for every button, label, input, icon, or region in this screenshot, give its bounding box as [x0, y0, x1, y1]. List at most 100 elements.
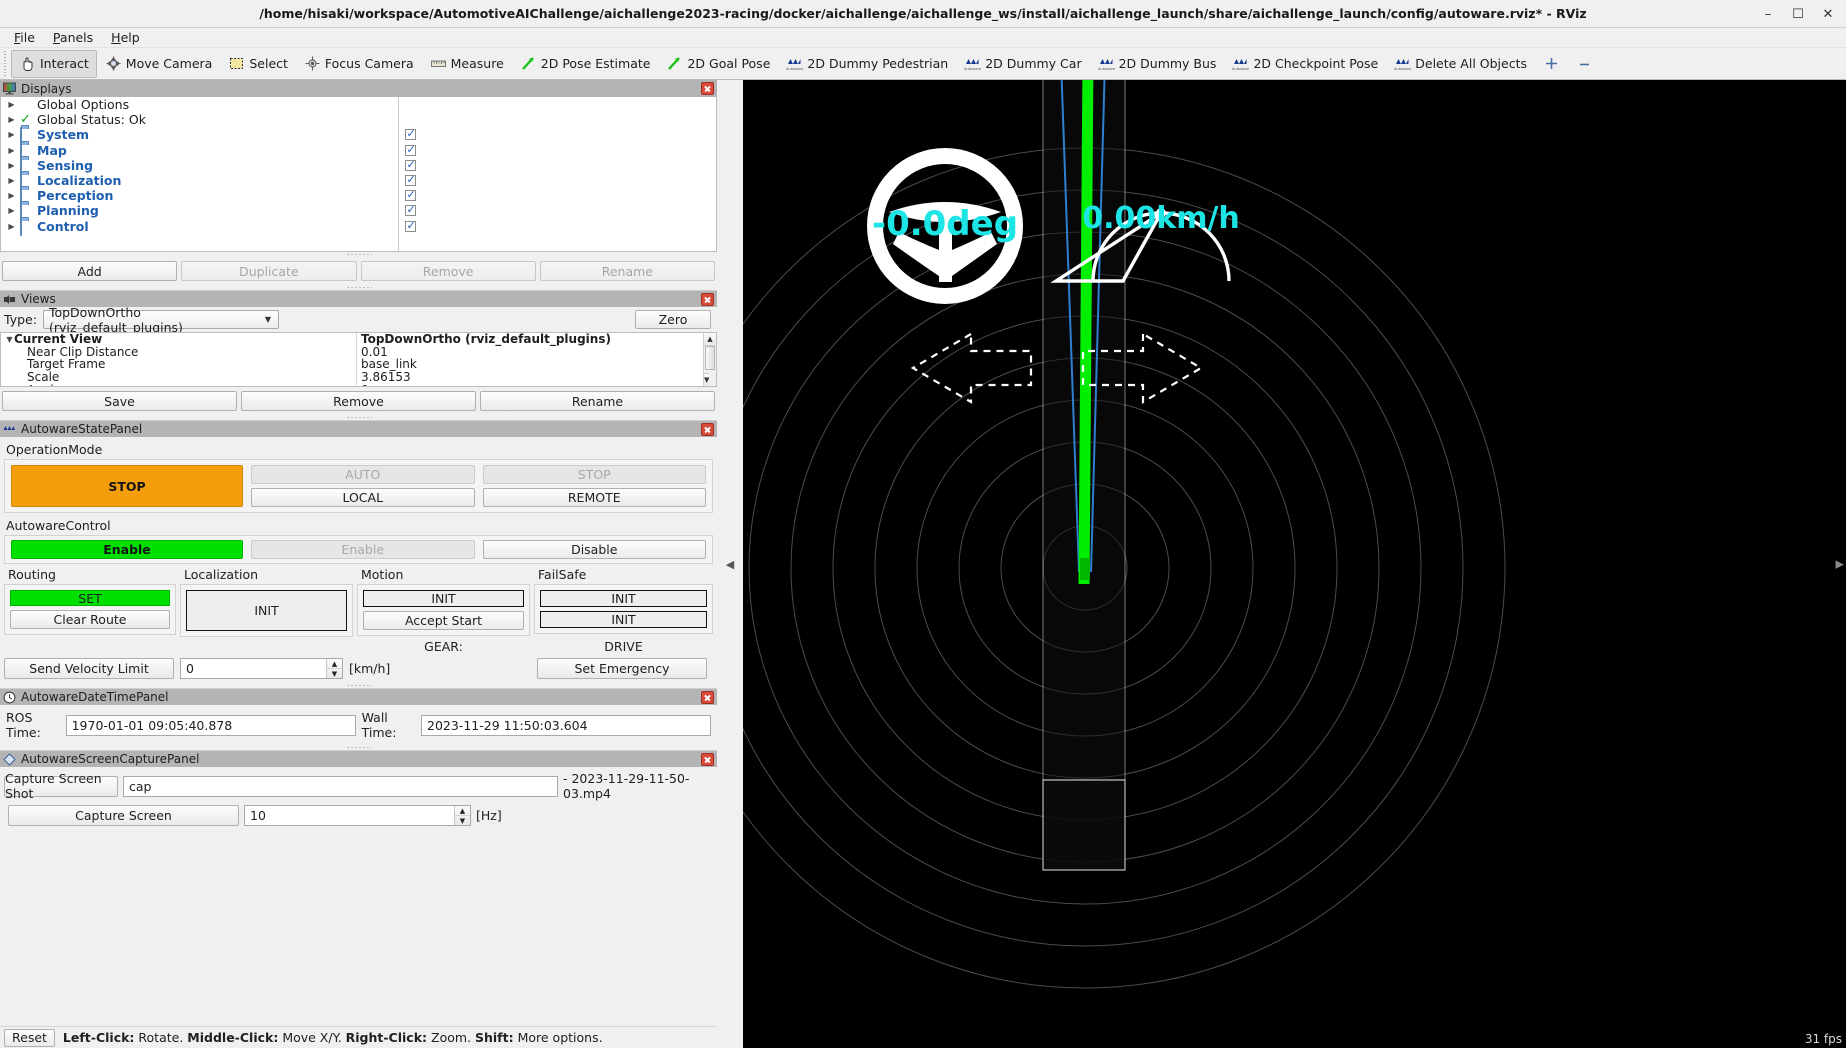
display-item-global-options[interactable]: ▶ Global Options [1, 97, 398, 112]
checkbox-row[interactable] [399, 127, 716, 142]
chevron-down-icon[interactable]: ▼ [5, 335, 14, 344]
rename-view-button[interactable]: Rename [480, 391, 715, 411]
zero-button[interactable]: Zero [635, 310, 711, 329]
duplicate-display-button[interactable]: Duplicate [181, 261, 356, 281]
spinner-down-icon[interactable]: ▼ [455, 816, 470, 825]
property-row[interactable]: ▼ Current View [1, 333, 356, 346]
close-icon[interactable] [701, 753, 714, 766]
property-value-row[interactable]: base_link [357, 358, 716, 371]
tool-select[interactable]: Select [220, 50, 296, 78]
tool-2d-dummy-car[interactable]: Autoware 2D Dummy Car [956, 50, 1089, 78]
autoware-control-enable-button[interactable]: Enable [251, 540, 475, 559]
property-value-row[interactable]: 0.01 [357, 346, 716, 359]
checkbox-row[interactable] [399, 203, 716, 218]
menu-file[interactable]: FFileile [6, 29, 43, 46]
display-item-system[interactable]: ▶ System [1, 127, 398, 142]
checkbox-row[interactable] [399, 158, 716, 173]
save-view-button[interactable]: Save [2, 391, 237, 411]
send-velocity-limit-button[interactable]: Send Velocity Limit [4, 658, 174, 679]
tool-2d-dummy-bus[interactable]: Autoware 2D Dummy Bus [1090, 50, 1225, 78]
views-property-table[interactable]: ▼ Current View Near Clip Distance Target… [0, 332, 717, 387]
display-item-sensing[interactable]: ▶ Sensing [1, 158, 398, 173]
display-item-planning[interactable]: ▶ Planning [1, 203, 398, 218]
autoware-control-disable-button[interactable]: Disable [483, 540, 707, 559]
tool-move-camera[interactable]: Move Camera [97, 50, 221, 78]
checkbox-row[interactable] [399, 173, 716, 188]
capture-screen-shot-button[interactable]: Capture Screen Shot [4, 776, 118, 797]
close-icon[interactable] [701, 691, 714, 704]
checkbox-row[interactable] [399, 143, 716, 158]
chevron-right-icon[interactable]: ▶ [7, 206, 16, 215]
capture-screen-button[interactable]: Capture Screen [8, 805, 239, 826]
toolbar-grip[interactable] [2, 51, 9, 77]
operation-mode-remote-button[interactable]: REMOTE [483, 488, 707, 507]
tool-2d-checkpoint-pose[interactable]: Autoware 2D Checkpoint Pose [1224, 50, 1386, 78]
tool-focus-camera[interactable]: Focus Camera [296, 50, 422, 78]
spinner-arrows[interactable]: ▲ ▼ [326, 659, 342, 678]
remove-display-button[interactable]: Remove [361, 261, 536, 281]
checkbox-row[interactable] [399, 188, 716, 203]
scroll-down-icon[interactable]: ▼ [704, 373, 709, 386]
operation-mode-stop-button[interactable]: STOP [483, 465, 707, 484]
spinner-up-icon[interactable]: ▲ [327, 659, 342, 669]
set-emergency-button[interactable]: Set Emergency [537, 658, 707, 679]
expand-right-icon[interactable]: ▶ [1836, 558, 1844, 571]
checkbox-row[interactable] [399, 219, 716, 234]
collapse-left-icon[interactable]: ◀ [726, 558, 734, 571]
chevron-right-icon[interactable]: ▶ [7, 100, 16, 109]
chevron-right-icon[interactable]: ▶ [7, 176, 16, 185]
reset-button[interactable]: Reset [4, 1029, 55, 1047]
tool-add[interactable] [1535, 50, 1568, 78]
operation-mode-auto-button[interactable]: AUTO [251, 465, 475, 484]
view-type-select[interactable]: TopDownOrtho (rviz_default_plugins) ▼ [43, 310, 279, 329]
minimize-icon[interactable]: – [1754, 2, 1782, 26]
tool-2d-goal-pose[interactable]: 2D Goal Pose [658, 50, 778, 78]
display-enable-checkbox-control[interactable] [405, 221, 416, 232]
display-enable-checkbox-sensing[interactable] [405, 160, 416, 171]
capture-rate-input[interactable]: 10 ▲ ▼ [244, 805, 471, 826]
clear-route-button[interactable]: Clear Route [10, 610, 170, 629]
tool-remove[interactable] [1568, 50, 1601, 78]
close-icon[interactable]: ✕ [1814, 2, 1842, 26]
display-item-map[interactable]: ▶ Map [1, 143, 398, 158]
displays-tree[interactable]: ▶ Global Options ▶ ✓ Global Status: Ok ▶… [0, 97, 717, 252]
ros-time-field[interactable]: 1970-01-01 09:05:40.878 [66, 715, 356, 736]
close-icon[interactable] [701, 293, 714, 306]
chevron-right-icon[interactable]: ▶ [7, 161, 16, 170]
rviz-3d-viewport[interactable]: -0.0deg 0.00km/h -0.0deg 0.00km/h 31 fps… [743, 80, 1846, 1048]
display-enable-checkbox-localization[interactable] [405, 175, 416, 186]
property-row[interactable]: Near Clip Distance [1, 346, 356, 359]
accept-start-button[interactable]: Accept Start [363, 611, 524, 630]
chevron-right-icon[interactable]: ▶ [7, 115, 16, 124]
display-enable-checkbox-perception[interactable] [405, 190, 416, 201]
menu-help[interactable]: Help [103, 29, 148, 46]
property-value-row[interactable]: 0 [357, 383, 716, 387]
rename-display-button[interactable]: Rename [540, 261, 715, 281]
chevron-right-icon[interactable]: ▶ [7, 191, 16, 200]
tool-measure[interactable]: Measure [422, 50, 512, 78]
display-item-global-status[interactable]: ▶ ✓ Global Status: Ok [1, 112, 398, 127]
chevron-right-icon[interactable]: ▶ [7, 130, 16, 139]
display-item-control[interactable]: ▶ Control [1, 219, 398, 234]
remove-view-button[interactable]: Remove [241, 391, 476, 411]
display-enable-checkbox-system[interactable] [405, 129, 416, 140]
maximize-icon[interactable]: ☐ [1784, 2, 1812, 26]
display-enable-checkbox-planning[interactable] [405, 205, 416, 216]
display-item-perception[interactable]: ▶ Perception [1, 188, 398, 203]
spinner-arrows[interactable]: ▲ ▼ [454, 806, 470, 825]
property-value-row[interactable]: 3.86153 [357, 371, 716, 384]
tool-2d-pose-estimate[interactable]: 2D Pose Estimate [512, 50, 659, 78]
chevron-right-icon[interactable]: ▶ [7, 146, 16, 155]
velocity-limit-input[interactable]: 0 ▲ ▼ [180, 658, 343, 679]
tool-2d-dummy-pedestrian[interactable]: Autoware 2D Dummy Pedestrian [778, 50, 956, 78]
close-icon[interactable] [701, 82, 714, 95]
tool-interact[interactable]: Interact [11, 50, 97, 78]
chevron-right-icon[interactable]: ▶ [7, 222, 16, 231]
display-enable-checkbox-map[interactable] [405, 145, 416, 156]
property-row[interactable]: Target Frame [1, 358, 356, 371]
scrollbar-thumb[interactable] [705, 346, 715, 370]
scroll-up-icon[interactable]: ▲ [704, 333, 716, 346]
menu-panels[interactable]: Panels [45, 29, 101, 46]
close-icon[interactable] [701, 423, 714, 436]
spinner-up-icon[interactable]: ▲ [455, 806, 470, 816]
